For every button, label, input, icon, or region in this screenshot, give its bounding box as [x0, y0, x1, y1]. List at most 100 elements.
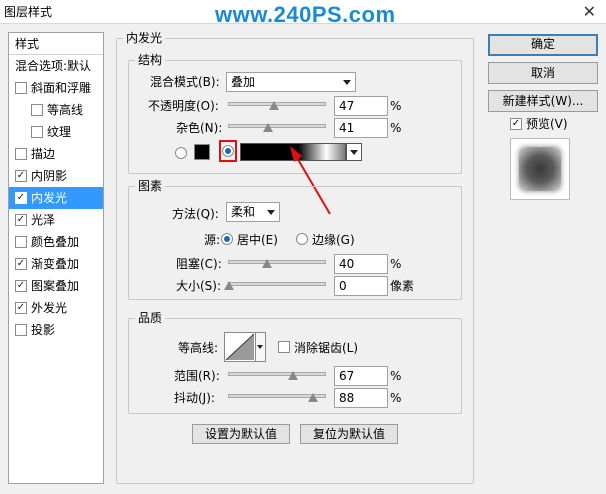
style-list-item-label: 颜色叠加 [31, 235, 80, 249]
noise-unit: % [390, 121, 402, 135]
range-input[interactable]: 67 [334, 366, 388, 386]
structure-title: 结构 [135, 53, 166, 67]
jitter-input[interactable]: 88 [334, 388, 388, 408]
noise-slider[interactable] [228, 123, 326, 132]
new-style-button[interactable]: 新建样式(W)... [488, 90, 598, 112]
style-list-item-label: 图案叠加 [31, 279, 80, 293]
gradient-dropdown-button[interactable] [346, 143, 362, 161]
antialias-checkbox[interactable] [278, 341, 290, 353]
style-list-item[interactable]: ✓ 外发光 [9, 297, 103, 319]
blend-mode-select[interactable]: 叠加 [226, 72, 356, 92]
opacity-input[interactable]: 47 [334, 96, 388, 116]
opacity-label: 不透明度(O): [148, 99, 219, 113]
opacity-slider-thumb[interactable] [269, 101, 280, 110]
style-list-item[interactable]: ✓ 内发光 [9, 187, 103, 209]
jitter-slider[interactable] [228, 393, 326, 402]
style-checkbox[interactable] [31, 104, 43, 116]
style-list-item[interactable]: ✓ 图案叠加 [9, 275, 103, 297]
style-list-item[interactable]: 描边 [9, 143, 103, 165]
range-slider[interactable] [228, 371, 326, 380]
style-list-item-label: 投影 [31, 323, 56, 337]
blend-mode-value: 叠加 [231, 75, 256, 89]
source-edge-label[interactable]: 边缘(G) [312, 232, 355, 248]
style-list-item-label: 描边 [31, 147, 56, 161]
style-checkbox[interactable]: ✓ [15, 214, 27, 226]
choke-slider-thumb[interactable] [262, 259, 273, 268]
opacity-slider[interactable] [228, 101, 326, 110]
solid-color-radio[interactable] [175, 147, 187, 159]
style-list-header[interactable]: 样式 [9, 33, 103, 55]
preview-checkbox[interactable]: ✓ [510, 118, 522, 130]
choke-label: 阻塞(C): [176, 257, 222, 271]
glow-color-swatch[interactable] [194, 144, 210, 160]
cancel-button[interactable]: 取消 [488, 62, 598, 84]
style-checkbox[interactable] [15, 236, 27, 248]
preview-label[interactable]: 预览(V) [526, 116, 568, 132]
jitter-unit: % [390, 391, 402, 405]
size-slider-thumb[interactable] [224, 281, 234, 290]
style-list-item[interactable]: ✓ 内阴影 [9, 165, 103, 187]
chevron-down-icon [350, 150, 358, 155]
contour-preview-icon [225, 333, 255, 361]
style-list-item[interactable]: 等高线 [9, 99, 103, 121]
style-checkbox[interactable] [15, 148, 27, 160]
choke-unit: % [390, 257, 402, 271]
style-list-item[interactable]: 投影 [9, 319, 103, 341]
choke-slider[interactable] [228, 259, 326, 268]
range-unit: % [390, 369, 402, 383]
blend-mode-label: 混合模式(B): [150, 75, 220, 89]
style-preview-thumbnail [510, 138, 570, 200]
range-slider-thumb[interactable] [288, 371, 299, 380]
preview-glow [519, 147, 561, 191]
source-center-radio[interactable] [221, 233, 233, 245]
source-edge-radio[interactable] [296, 233, 308, 245]
style-checkbox[interactable]: ✓ [15, 170, 27, 182]
source-center-label[interactable]: 居中(E) [237, 232, 278, 248]
size-slider[interactable] [224, 281, 326, 290]
style-checkbox[interactable]: ✓ [15, 258, 27, 270]
style-list-item[interactable]: ✓ 光泽 [9, 209, 103, 231]
opacity-unit: % [390, 99, 402, 113]
style-list-item-label: 等高线 [47, 103, 84, 117]
size-unit: 像素 [390, 279, 415, 293]
style-list-item[interactable]: 斜面和浮雕 [9, 77, 103, 99]
method-label: 方法(Q): [172, 207, 219, 221]
elements-title: 图素 [135, 179, 166, 193]
style-checkbox[interactable] [15, 82, 27, 94]
contour-dropdown-button[interactable] [256, 332, 266, 362]
range-label: 范围(R): [174, 369, 220, 383]
style-list-item-label: 外发光 [31, 301, 68, 315]
style-list-item[interactable]: 纹理 [9, 121, 103, 143]
size-input[interactable]: 0 [334, 276, 388, 296]
style-checkbox[interactable]: ✓ [15, 302, 27, 314]
jitter-slider-thumb[interactable] [308, 393, 319, 402]
style-checkbox[interactable]: ✓ [15, 192, 27, 204]
reset-default-button[interactable]: 复位为默认值 [300, 424, 398, 444]
style-list-item[interactable]: ✓ 渐变叠加 [9, 253, 103, 275]
noise-slider-thumb[interactable] [263, 123, 274, 132]
jitter-label: 抖动(J): [174, 391, 215, 405]
style-checkbox[interactable]: ✓ [15, 280, 27, 292]
style-checkbox[interactable] [31, 126, 43, 138]
style-list: 样式 混合选项:默认 斜面和浮雕等高线纹理描边 ✓ 内阴影 ✓ 内发光 ✓ 光泽颜色叠加 ✓ 渐… [8, 32, 104, 484]
gradient-radio[interactable] [222, 145, 234, 157]
set-default-button[interactable]: 设置为默认值 [192, 424, 290, 444]
window-title: 图层样式 [4, 5, 53, 19]
contour-picker[interactable] [224, 332, 256, 362]
style-list-item-label: 内阴影 [31, 169, 68, 183]
noise-input[interactable]: 41 [334, 118, 388, 138]
source-label: 源: [204, 233, 221, 247]
style-checkbox[interactable] [15, 324, 27, 336]
style-list-item[interactable]: 颜色叠加 [9, 231, 103, 253]
quality-title: 品质 [135, 311, 166, 325]
style-list-item-label: 斜面和浮雕 [31, 81, 92, 95]
chevron-down-icon [343, 80, 351, 85]
close-icon[interactable]: ✕ [583, 2, 596, 21]
blend-options-item[interactable]: 混合选项:默认 [9, 55, 103, 77]
choke-input[interactable]: 40 [334, 254, 388, 274]
method-select[interactable]: 柔和 [226, 202, 280, 222]
style-list-item-label: 内发光 [31, 191, 68, 205]
antialias-label[interactable]: 消除锯齿(L) [294, 340, 358, 356]
ok-button[interactable]: 确定 [488, 34, 598, 56]
style-list-item-label: 纹理 [47, 125, 72, 139]
